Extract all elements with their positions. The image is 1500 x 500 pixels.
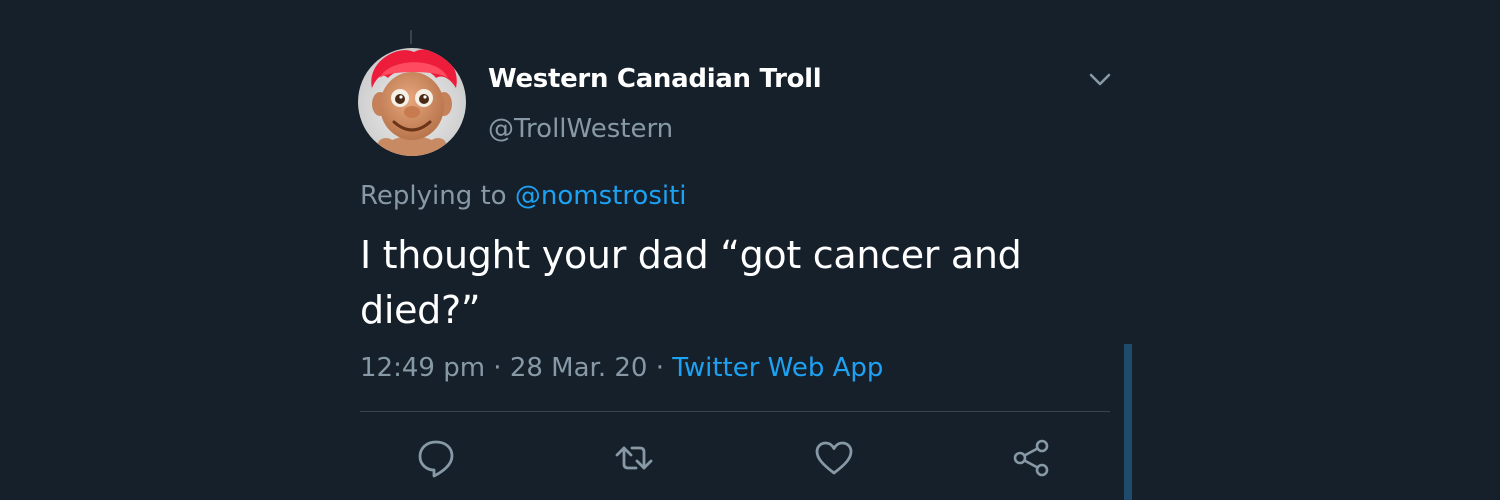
thread-line [410, 30, 412, 44]
share-button[interactable] [1010, 436, 1054, 480]
tweet-time[interactable]: 12:49 pm [360, 353, 485, 383]
retweet-icon [615, 446, 653, 470]
reply-icon [418, 440, 454, 478]
like-icon [815, 441, 853, 475]
tweet-meta: 12:49 pm · 28 Mar. 20 · Twitter Web App [360, 351, 883, 385]
tweet-source-link[interactable]: Twitter Web App [672, 353, 883, 383]
tweet-date[interactable]: 28 Mar. 20 [510, 353, 648, 383]
retweet-button[interactable] [612, 436, 656, 480]
avatar[interactable] [358, 48, 466, 156]
divider [360, 411, 1110, 412]
reply-button[interactable] [414, 436, 458, 480]
like-button[interactable] [812, 436, 856, 480]
author-display-name[interactable]: Western Canadian Troll [488, 62, 822, 96]
replying-to-label: Replying to [360, 181, 515, 211]
meta-separator: · [647, 353, 673, 383]
author-handle[interactable]: @TrollWestern [488, 112, 673, 146]
tweet-text: I thought your dad “got cancer and died?… [360, 233, 1022, 332]
troll-doll-avatar-image [358, 48, 466, 156]
replying-to-link[interactable]: @nomstrositi [515, 181, 687, 211]
scrollbar[interactable] [1124, 344, 1132, 500]
replying-to-line: Replying to @nomstrositi [360, 179, 687, 213]
meta-separator: · [485, 353, 510, 383]
more-options-chevron-down-icon[interactable] [1084, 64, 1116, 96]
tweet-detail: Western Canadian Troll @TrollWestern Rep… [0, 0, 1500, 500]
share-icon [1013, 439, 1049, 477]
